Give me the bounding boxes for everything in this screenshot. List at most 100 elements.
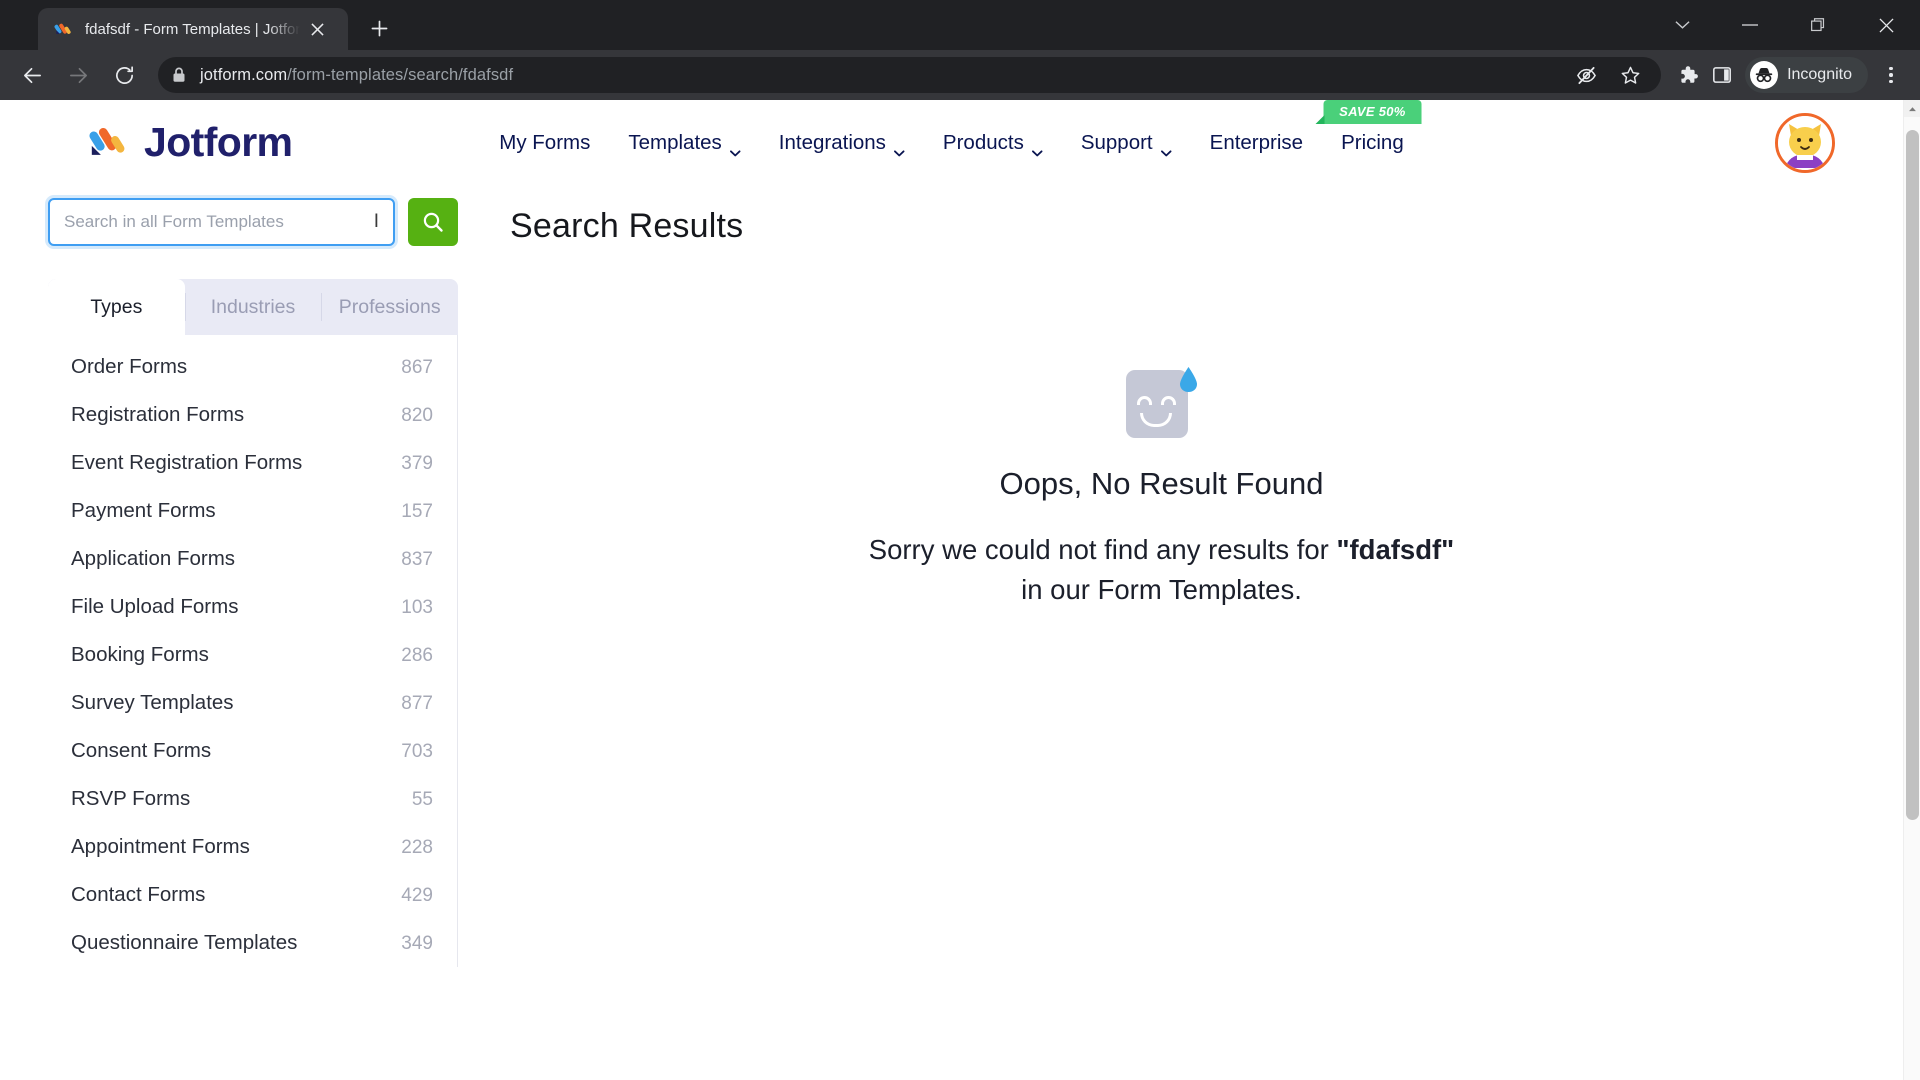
minimize-button[interactable] (1716, 0, 1784, 50)
url-path: /form-templates/search/fdafsdf (287, 65, 514, 84)
url-text: jotform.com/form-templates/search/fdafsd… (200, 66, 513, 85)
scroll-up-icon[interactable] (1904, 100, 1920, 117)
list-item[interactable]: RSVP Forms 55 (48, 775, 457, 823)
browser-menu-icon[interactable] (1874, 55, 1908, 95)
nav-item-pricing[interactable]: SAVE 50% Pricing (1315, 100, 1422, 155)
category-count: 867 (401, 357, 433, 378)
category-label: File Upload Forms (71, 595, 239, 618)
page-content: I Types (0, 185, 1903, 967)
list-item[interactable]: Questionnaire Templates 349 (48, 919, 457, 967)
maximize-restore-button[interactable] (1784, 0, 1852, 50)
chevron-down-icon (1160, 139, 1172, 157)
category-label: Questionnaire Templates (71, 931, 298, 954)
eye-slash-icon[interactable] (1569, 58, 1603, 92)
category-count: 429 (401, 885, 433, 906)
nav-item-enterprise[interactable]: Enterprise (1210, 131, 1303, 155)
category-label: Contact Forms (71, 883, 206, 906)
category-count: 228 (401, 837, 433, 858)
page-title: Search Results (510, 207, 744, 245)
sad-face-icon (1125, 366, 1198, 438)
list-item[interactable]: Order Forms 867 (48, 343, 457, 391)
category-count: 349 (401, 933, 433, 954)
sweat-drop-icon (1179, 366, 1198, 393)
side-panel-icon[interactable] (1705, 58, 1739, 92)
tab-search-button[interactable] (1648, 0, 1716, 50)
reload-icon[interactable] (104, 55, 144, 95)
chevron-down-icon (730, 139, 741, 157)
forward-arrow-icon[interactable] (58, 55, 98, 95)
star-icon[interactable] (1613, 58, 1647, 92)
close-window-button[interactable] (1852, 0, 1920, 50)
chevron-down-icon (1032, 139, 1043, 157)
tab-label: Industries (210, 295, 296, 318)
tab-label: Professions (338, 295, 441, 318)
scrollbar-thumb[interactable] (1906, 130, 1919, 820)
list-item[interactable]: Payment Forms 157 (48, 487, 457, 535)
list-item[interactable]: Registration Forms 820 (48, 391, 457, 439)
nav-item-products[interactable]: Products (942, 130, 1043, 157)
list-item[interactable]: Event Registration Forms 379 (48, 439, 457, 487)
search-input[interactable] (64, 212, 368, 232)
nav-item-integrations[interactable]: Integrations (779, 131, 905, 157)
category-count: 157 (401, 501, 433, 522)
list-item[interactable]: Consent Forms 703 (48, 727, 457, 775)
category-label: Consent Forms (71, 739, 212, 762)
list-item[interactable]: File Upload Forms 103 (48, 583, 457, 631)
category-label: Registration Forms (71, 403, 245, 426)
category-count: 820 (401, 405, 433, 426)
list-item[interactable]: Contact Forms 429 (48, 871, 457, 919)
incognito-icon (1750, 61, 1779, 89)
nav-item-support[interactable]: Support (1080, 130, 1172, 157)
jotform-logo-text: Jotform (144, 119, 293, 165)
jotform-logo-icon (88, 122, 130, 164)
category-list: Order Forms 867 Registration Forms 820 E… (48, 335, 458, 967)
main-panel: Search Results Oops, No Result Found Sor… (458, 185, 1903, 967)
list-item[interactable]: Application Forms 837 (48, 535, 457, 583)
tab-types[interactable]: Types (48, 279, 185, 335)
page-scrollbar[interactable] (1903, 100, 1920, 1080)
page-viewport: Jotform My Forms Templates Integrations (0, 100, 1920, 1080)
address-bar[interactable]: jotform.com/form-templates/search/fdafsd… (158, 57, 1662, 93)
category-count: 286 (401, 645, 433, 666)
tab-professions[interactable]: Professions (321, 279, 458, 335)
site-header: Jotform My Forms Templates Integrations (0, 100, 1903, 185)
jotform-favicon-icon (54, 20, 73, 39)
category-label: RSVP Forms (71, 787, 191, 810)
category-label: Booking Forms (71, 643, 209, 666)
category-label: Application Forms (71, 547, 236, 570)
nav-label: Support (1080, 130, 1153, 154)
category-label: Event Registration Forms (71, 451, 303, 474)
list-item[interactable]: Appointment Forms 228 (48, 823, 457, 871)
back-arrow-icon[interactable] (12, 55, 52, 95)
templates-sidebar: I Types (48, 185, 458, 967)
browser-toolbar: jotform.com/form-templates/search/fdafsd… (0, 50, 1920, 100)
url-host: jotform.com (200, 65, 288, 84)
jotform-logo[interactable]: Jotform (88, 119, 293, 166)
category-count: 55 (411, 789, 433, 810)
search-button[interactable] (408, 198, 458, 246)
list-item[interactable]: Booking Forms 286 (48, 631, 457, 679)
category-count: 703 (401, 741, 433, 762)
list-item[interactable]: Survey Templates 877 (48, 679, 457, 727)
nav-label: Enterprise (1209, 130, 1304, 154)
browser-tab[interactable]: fdafsdf - Form Templates | Jotform (38, 8, 348, 50)
tab-title: fdafsdf - Form Templates | Jotform (85, 20, 300, 38)
main-navigation: My Forms Templates Integrations Products (499, 100, 1422, 157)
tab-industries[interactable]: Industries (184, 279, 322, 335)
extensions-puzzle-icon[interactable] (1671, 58, 1705, 92)
nav-item-my-forms[interactable]: My Forms (499, 131, 590, 155)
category-count: 379 (401, 453, 433, 474)
empty-state: Oops, No Result Found Sorry we could not… (510, 366, 1903, 610)
jotform-page: Jotform My Forms Templates Integrations (0, 100, 1903, 1080)
incognito-indicator[interactable]: Incognito (1745, 57, 1868, 93)
search-field-wrapper[interactable]: I (48, 198, 395, 246)
nav-item-templates[interactable]: Templates (628, 131, 741, 157)
search-icon (423, 212, 443, 232)
new-tab-button[interactable] (362, 11, 396, 45)
window-controls (1648, 0, 1920, 50)
nav-label: Products (942, 130, 1024, 154)
nav-label: Pricing (1341, 130, 1404, 154)
category-label: Survey Templates (71, 691, 234, 714)
tab-close-icon[interactable] (304, 16, 330, 42)
user-avatar[interactable] (1775, 112, 1835, 173)
